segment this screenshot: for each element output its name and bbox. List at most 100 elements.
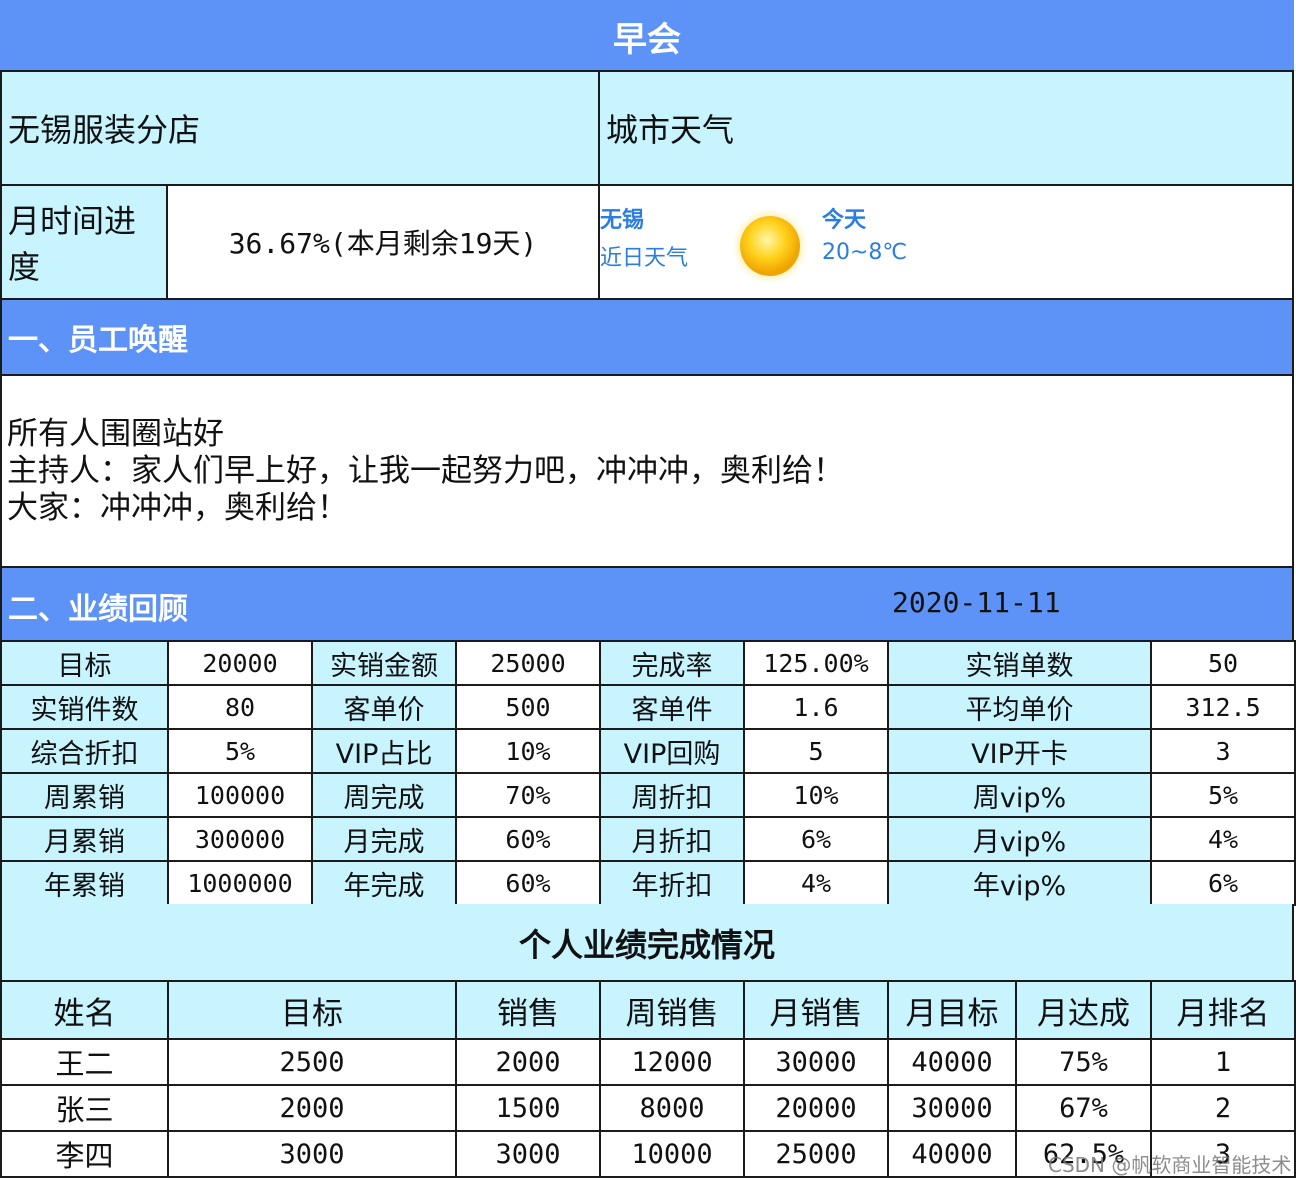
table-cell: 12000 [599,1038,745,1086]
table-cell: 40000 [887,1130,1017,1178]
progress-value: 36.67%(本月剩余19天) [228,227,538,260]
kpi-label: 周完成 [311,772,457,818]
kpi-label: 周累销 [0,772,169,818]
table-row: 王二 2500 2000 12000 30000 40000 75% 1 [0,1038,1296,1086]
kpi-label: 年vip% [887,860,1152,906]
weather-city: 无锡 [600,208,645,233]
column-header: 姓名 [0,980,169,1040]
kpi-row: 月累销 300000 月完成 60% 月折扣 6% 月vip% 4% [0,816,1296,862]
kpi-value: 300000 [167,816,313,862]
employee-name: 张三 [0,1084,169,1132]
table-cell: 2000 [167,1084,457,1132]
section2-header: 二、业绩回顾 2020-11-11 [0,566,1294,642]
table-cell: 1500 [455,1084,601,1132]
kpi-label: 月vip% [887,816,1152,862]
personal-title-cell: 个人业绩完成情况 [0,904,1294,982]
section1-header: 一、员工唤醒 [0,298,1294,376]
table-cell: 75% [1015,1038,1152,1086]
employee-name: 王二 [0,1038,169,1086]
kpi-row: 年累销 1000000 年完成 60% 年折扣 4% 年vip% 6% [0,860,1296,906]
kpi-value: 80 [167,684,313,730]
kpi-label: VIP开卡 [887,728,1152,774]
watermark: CSDN @帆软商业智能技术 [1048,1153,1292,1177]
weather-widget: 无锡 近日天气 今天 20~8℃ [598,184,1294,300]
kpi-value: 6% [743,816,889,862]
store-name-cell: 无锡服装分店 [0,70,600,186]
kpi-label: 平均单价 [887,684,1152,730]
kpi-row: 目标 20000 实销金额 25000 完成率 125.00% 实销单数 50 [0,640,1296,686]
kpi-label: 客单件 [599,684,745,730]
kpi-value: 125.00% [743,640,889,686]
column-header: 月达成 [1015,980,1152,1040]
report-date: 2020-11-11 [892,586,1061,619]
kpi-label: 目标 [0,640,169,686]
kpi-value: 100000 [167,772,313,818]
kpi-label: 周折扣 [599,772,745,818]
table-cell: 1 [1150,1038,1296,1086]
wakeup-line-1: 所有人围圈站好 [7,416,224,452]
kpi-label: 实销金额 [311,640,457,686]
wakeup-script: 所有人围圈站好 主持人：家人们早上好，让我一起努力吧，冲冲冲，奥利给！ 大家：冲… [0,374,1294,568]
kpi-label: 年累销 [0,860,169,906]
section2-title: 二、业绩回顾 [8,592,188,627]
kpi-value: 70% [455,772,601,818]
table-row: 张三 2000 1500 8000 20000 30000 67% 2 [0,1084,1296,1132]
table-cell: 67% [1015,1084,1152,1132]
column-header: 月排名 [1150,980,1296,1040]
table-cell: 40000 [887,1038,1017,1086]
kpi-label: 客单价 [311,684,457,730]
kpi-value: 1.6 [743,684,889,730]
kpi-value: 312.5 [1150,684,1296,730]
kpi-row: 周累销 100000 周完成 70% 周折扣 10% 周vip% 5% [0,772,1296,818]
kpi-label: 年折扣 [599,860,745,906]
table-cell: 25000 [743,1130,889,1178]
kpi-label: 完成率 [599,640,745,686]
kpi-label: 年完成 [311,860,457,906]
page-title: 早会 [613,19,681,60]
weather-temp: 20~8℃ [822,240,908,265]
kpi-value: 6% [1150,860,1296,906]
kpi-value: 500 [455,684,601,730]
weather-label-cell: 城市天气 [598,70,1294,186]
personal-title: 个人业绩完成情况 [518,926,775,964]
table-cell: 8000 [599,1084,745,1132]
kpi-value: 60% [455,860,601,906]
sun-icon [732,208,808,284]
kpi-table: 目标 20000 实销金额 25000 完成率 125.00% 实销单数 50 实销件数 80 客单… [0,640,1296,906]
kpi-value: 1000000 [167,860,313,906]
page-title-bar: 早会 [0,0,1294,72]
kpi-value: 10% [455,728,601,774]
kpi-value: 50 [1150,640,1296,686]
column-header: 月目标 [887,980,1017,1040]
table-cell: 20000 [743,1084,889,1132]
kpi-value: 20000 [167,640,313,686]
kpi-label: VIP占比 [311,728,457,774]
table-cell: 2000 [455,1038,601,1086]
table-cell: 3000 [455,1130,601,1178]
kpi-label: 月累销 [0,816,169,862]
kpi-value: 60% [455,816,601,862]
kpi-row: 实销件数 80 客单价 500 客单件 1.6 平均单价 312.5 [0,684,1296,730]
table-cell: 2 [1150,1084,1296,1132]
kpi-value: 4% [1150,816,1296,862]
kpi-label: 月完成 [311,816,457,862]
kpi-value: 25000 [455,640,601,686]
personal-header-row: 姓名 目标 销售 周销售 月销售 月目标 月达成 月排名 [0,980,1296,1040]
section1-title: 一、员工唤醒 [8,323,188,358]
table-cell: 3000 [167,1130,457,1178]
employee-name: 李四 [0,1130,169,1178]
column-header: 月销售 [743,980,889,1040]
kpi-label: 月折扣 [599,816,745,862]
table-cell: 30000 [887,1084,1017,1132]
progress-label: 月时间进度 [8,202,137,286]
table-cell: 2500 [167,1038,457,1086]
kpi-label: 周vip% [887,772,1152,818]
kpi-label: VIP回购 [599,728,745,774]
kpi-value: 3 [1150,728,1296,774]
kpi-value: 4% [743,860,889,906]
wakeup-line-2: 主持人：家人们早上好，让我一起努力吧，冲冲冲，奥利给！ [7,453,844,489]
wakeup-line-3: 大家：冲冲冲，奥利给！ [7,490,348,526]
kpi-row: 综合折扣 5% VIP占比 10% VIP回购 5 VIP开卡 3 [0,728,1296,774]
table-cell: 30000 [743,1038,889,1086]
kpi-value: 5 [743,728,889,774]
